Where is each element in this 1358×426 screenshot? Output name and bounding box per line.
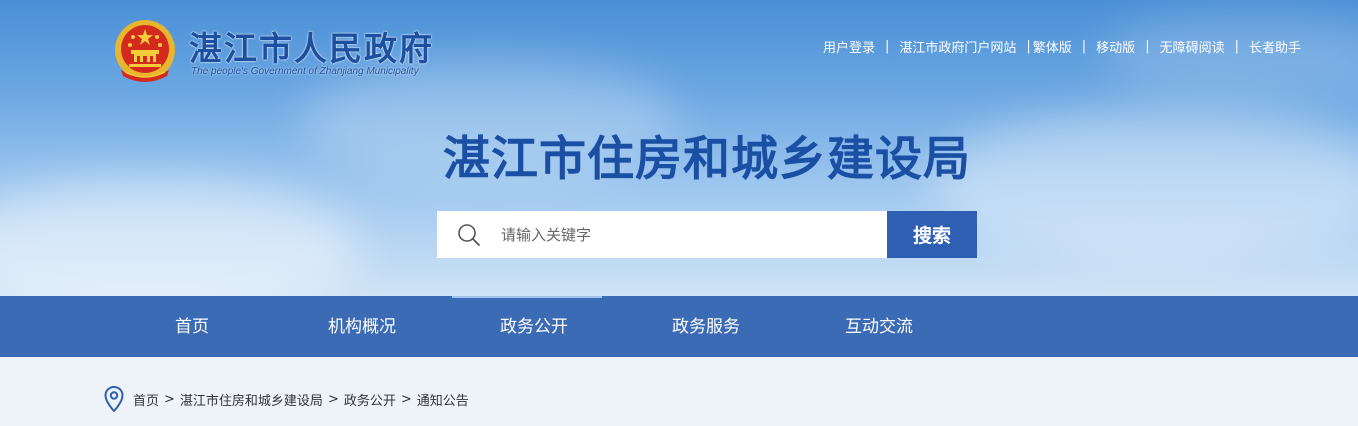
- site-title: 湛江市住房和城乡建设局: [443, 132, 971, 187]
- nav-item-gov-services[interactable]: 政务服务: [672, 296, 740, 357]
- login-link[interactable]: 用户登录: [823, 37, 875, 56]
- nav-item-about[interactable]: 机构概况: [328, 296, 396, 357]
- nav-item-gov-affairs[interactable]: 政务公开: [500, 296, 568, 357]
- link-separator: |: [884, 39, 890, 54]
- accessibility-link[interactable]: 无障碍阅读: [1160, 37, 1225, 56]
- gov-title[interactable]: 湛江市人民政府: [189, 22, 434, 70]
- breadcrumb-separator: >: [327, 391, 339, 407]
- breadcrumb: 首页 > 湛江市住房和城乡建设局 > 政务公开 > 通知公告: [104, 385, 469, 413]
- breadcrumb-gov-affairs[interactable]: 政务公开: [344, 390, 396, 409]
- breadcrumb-separator: >: [400, 391, 412, 407]
- search-box: [437, 211, 887, 258]
- portal-link[interactable]: 湛江市政府门户网站: [899, 37, 1016, 56]
- national-emblem-icon[interactable]: [113, 18, 177, 84]
- breadcrumb-bureau[interactable]: 湛江市住房和城乡建设局: [180, 390, 323, 409]
- link-separator: |: [1145, 39, 1150, 54]
- main-nav: 首页 机构概况 政务公开 政务服务 互动交流: [0, 296, 1358, 357]
- elderly-assistant-link[interactable]: 长者助手: [1249, 37, 1301, 56]
- link-separator: |: [1234, 39, 1239, 54]
- location-pin-icon: [104, 386, 124, 412]
- breadcrumb-separator: >: [164, 391, 175, 407]
- top-links-bar: 用户登录 | 湛江市政府门户网站 | 繁体版 | 移动版 | 无障碍阅读 | 长…: [823, 37, 1301, 56]
- traditional-chinese-link[interactable]: 繁体版: [1033, 37, 1072, 56]
- breadcrumb-home[interactable]: 首页: [133, 390, 159, 409]
- link-separator: |: [1026, 39, 1031, 54]
- search-button[interactable]: 搜索: [887, 211, 977, 258]
- link-separator: |: [1081, 39, 1087, 54]
- search-icon: [458, 224, 480, 246]
- search-input[interactable]: [501, 211, 881, 258]
- nav-item-interaction[interactable]: 互动交流: [845, 296, 913, 357]
- breadcrumb-notices[interactable]: 通知公告: [417, 390, 469, 409]
- cloud-decoration: [0, 180, 360, 296]
- nav-item-home[interactable]: 首页: [175, 296, 209, 357]
- gov-subtitle: The people's Government of Zhanjiang Mun…: [191, 66, 419, 77]
- mobile-version-link[interactable]: 移动版: [1096, 37, 1135, 56]
